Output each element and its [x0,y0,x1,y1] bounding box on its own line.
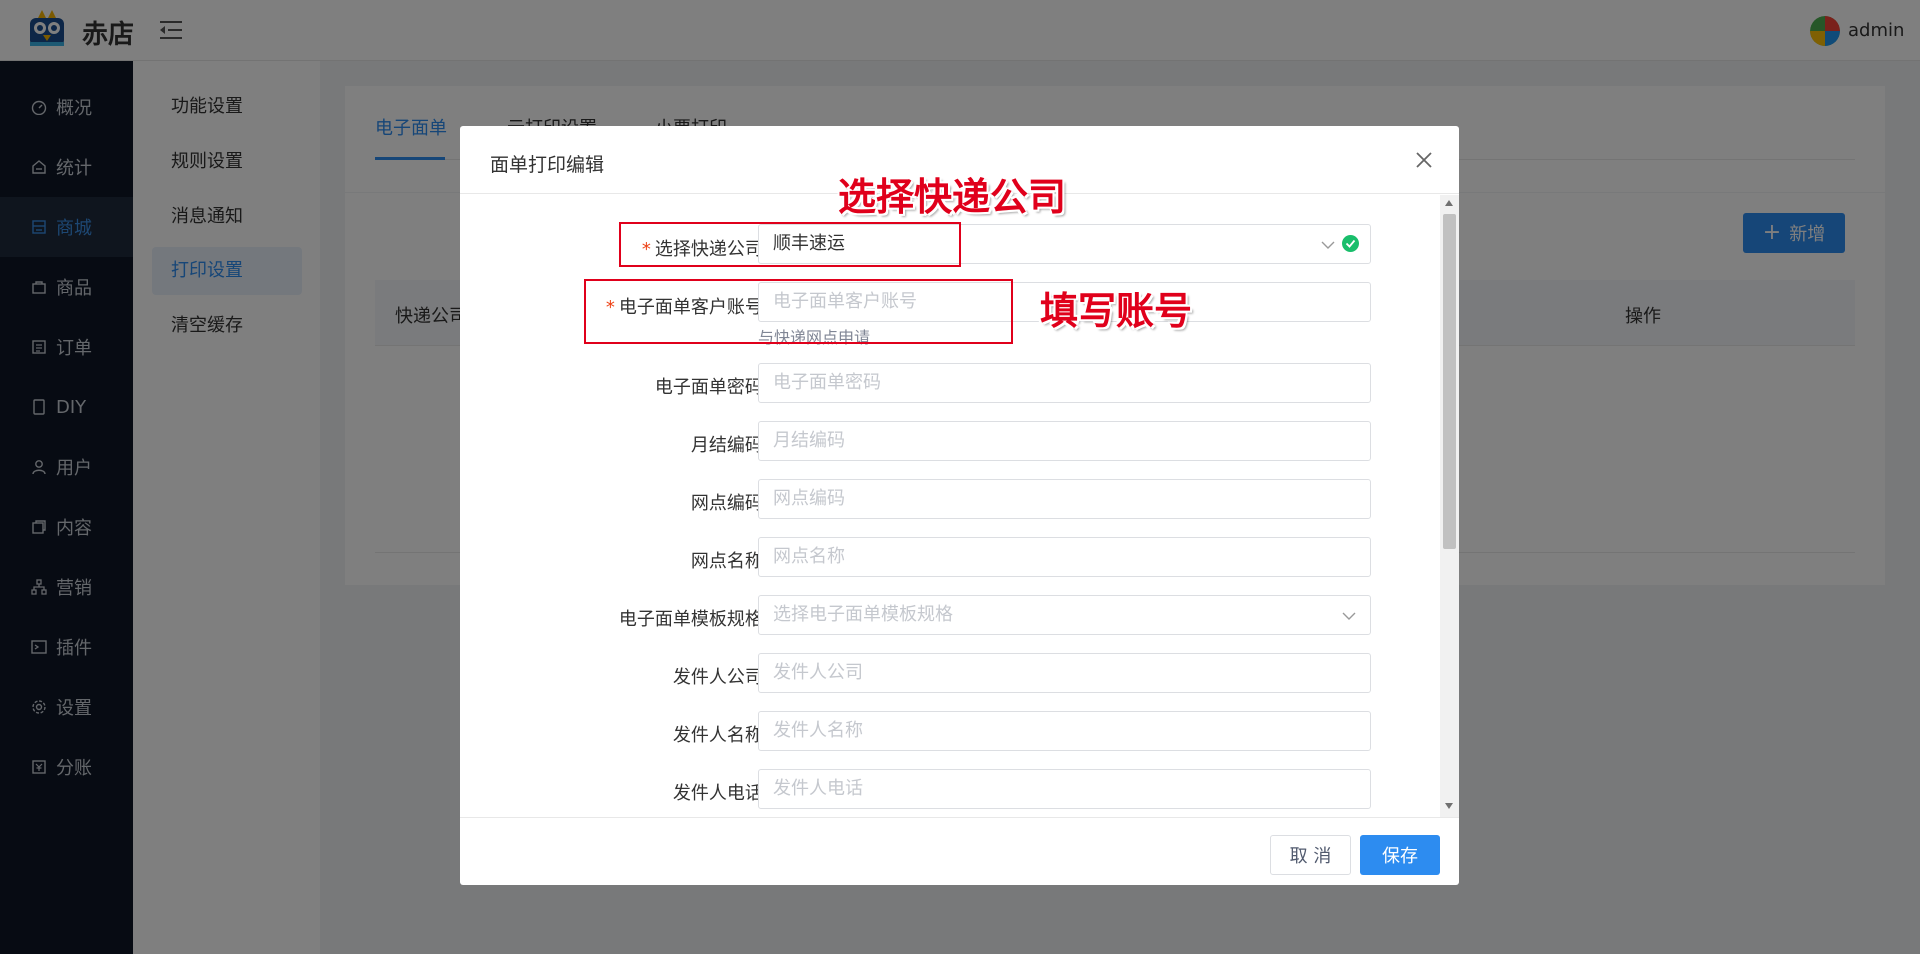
sender-phone-input[interactable]: 发件人电话 [758,769,1371,809]
annotation-label-courier: 选择快递公司 [838,175,1067,219]
branch-name-input[interactable]: 网点名称 [758,537,1371,577]
chevron-down-icon [1342,612,1356,620]
save-button[interactable]: 保存 [1360,835,1440,875]
annotation-label-account: 填写账号 [1040,289,1193,333]
sender-name-label: 发件人名称: [672,725,769,746]
scroll-down-icon[interactable] [1445,803,1453,809]
password-input[interactable]: 电子面单密码 [758,363,1371,403]
sender-company-input[interactable]: 发件人公司 [758,653,1371,693]
sender-company-label: 发件人公司: [672,667,769,688]
cancel-button[interactable]: 取 消 [1270,835,1351,875]
sender-name-input[interactable]: 发件人名称 [758,711,1371,751]
template-label: 电子面单模板规格: [618,609,769,630]
scrollbar-thumb[interactable] [1443,214,1456,549]
scroll-up-icon[interactable] [1445,200,1453,206]
annotation-box-courier [619,222,961,267]
modal-footer: 取 消 保存 [460,817,1459,885]
annotation-box-account [584,279,1013,344]
success-check-icon [1342,235,1359,252]
modal-title: 面单打印编辑 [490,154,605,176]
close-icon[interactable] [1414,150,1434,170]
template-select[interactable]: 选择电子面单模板规格 [758,595,1371,635]
password-label: 电子面单密码: [654,377,769,398]
sender-phone-label: 发件人电话: [672,783,769,804]
branch-code-input[interactable]: 网点编码 [758,479,1371,519]
monthly-code-input[interactable]: 月结编码 [758,421,1371,461]
chevron-down-icon [1321,241,1335,249]
